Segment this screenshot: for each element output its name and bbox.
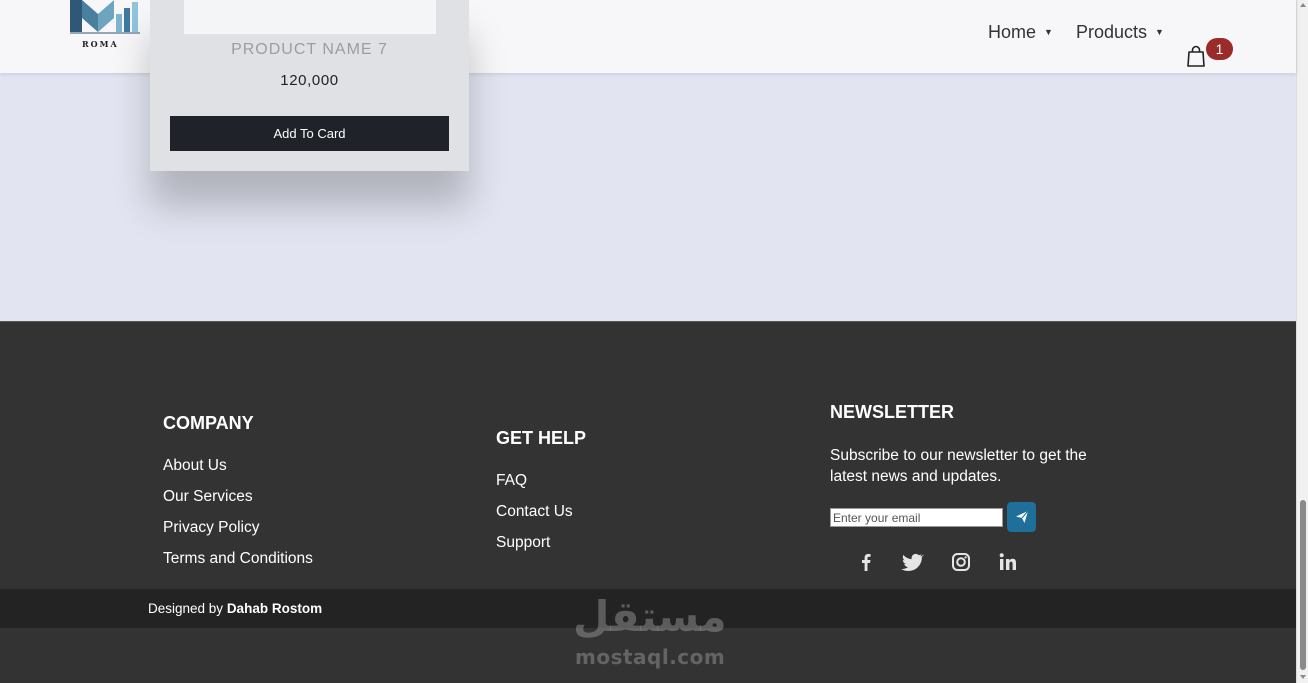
caret-down-icon: ▼	[1155, 27, 1164, 37]
product-name: PRODUCT NAME 7	[231, 41, 388, 58]
credit-author: Dahab Rostom	[226, 601, 323, 616]
product-image[interactable]	[184, 0, 436, 34]
logo-text: ROMA	[82, 39, 119, 49]
footer-link-faq[interactable]: FAQ	[496, 472, 527, 490]
product-card: PRODUCT NAME 7 120,000 Add To Card	[150, 0, 469, 171]
footer-link-support[interactable]: Support	[496, 534, 550, 552]
nav-home-label: Home	[988, 22, 1037, 42]
nav-products[interactable]: Products ▼	[1076, 22, 1164, 43]
linkedin-icon[interactable]	[996, 550, 1020, 574]
nav-products-label: Products	[1076, 22, 1148, 42]
cart-count-badge: 1	[1206, 38, 1233, 60]
add-to-cart-button[interactable]: Add To Card	[170, 116, 449, 151]
product-price: 120,000	[280, 72, 339, 89]
footer-link-services[interactable]: Our Services	[163, 488, 253, 506]
newsletter-title: NEWSLETTER	[830, 402, 954, 422]
designer-credit: Designed by Dahab Rostom	[148, 601, 322, 616]
instagram-icon[interactable]	[949, 550, 973, 574]
footer-link-privacy[interactable]: Privacy Policy	[163, 519, 259, 537]
newsletter-description: Subscribe to our newsletter to get the l…	[830, 447, 1087, 485]
watermark-latin: mostaql.com	[575, 645, 726, 669]
footer-link-terms[interactable]: Terms and Conditions	[163, 550, 313, 568]
email-input[interactable]	[830, 508, 1003, 527]
scroll-up-arrow-icon[interactable]	[1300, 3, 1306, 7]
footer-link-about[interactable]: About Us	[163, 457, 227, 475]
footer-link-contact[interactable]: Contact Us	[496, 503, 573, 521]
watermark-arabic: مستقل	[573, 592, 727, 641]
scroll-thumb[interactable]	[1300, 500, 1306, 670]
twitter-icon[interactable]	[900, 550, 924, 574]
caret-down-icon: ▼	[1044, 27, 1053, 37]
page-scrollbar[interactable]	[1296, 0, 1308, 683]
shopping-bag-icon[interactable]	[1186, 45, 1206, 67]
company-title: COMPANY	[163, 413, 254, 433]
get-help-title: GET HELP	[496, 428, 587, 448]
nav-home[interactable]: Home ▼	[988, 22, 1053, 43]
credit-prefix: Designed by	[148, 601, 227, 616]
newsletter-submit-button[interactable]	[1007, 502, 1036, 532]
facebook-icon[interactable]	[854, 550, 878, 574]
send-icon	[1015, 510, 1028, 523]
scroll-down-arrow-icon[interactable]	[1300, 675, 1306, 679]
